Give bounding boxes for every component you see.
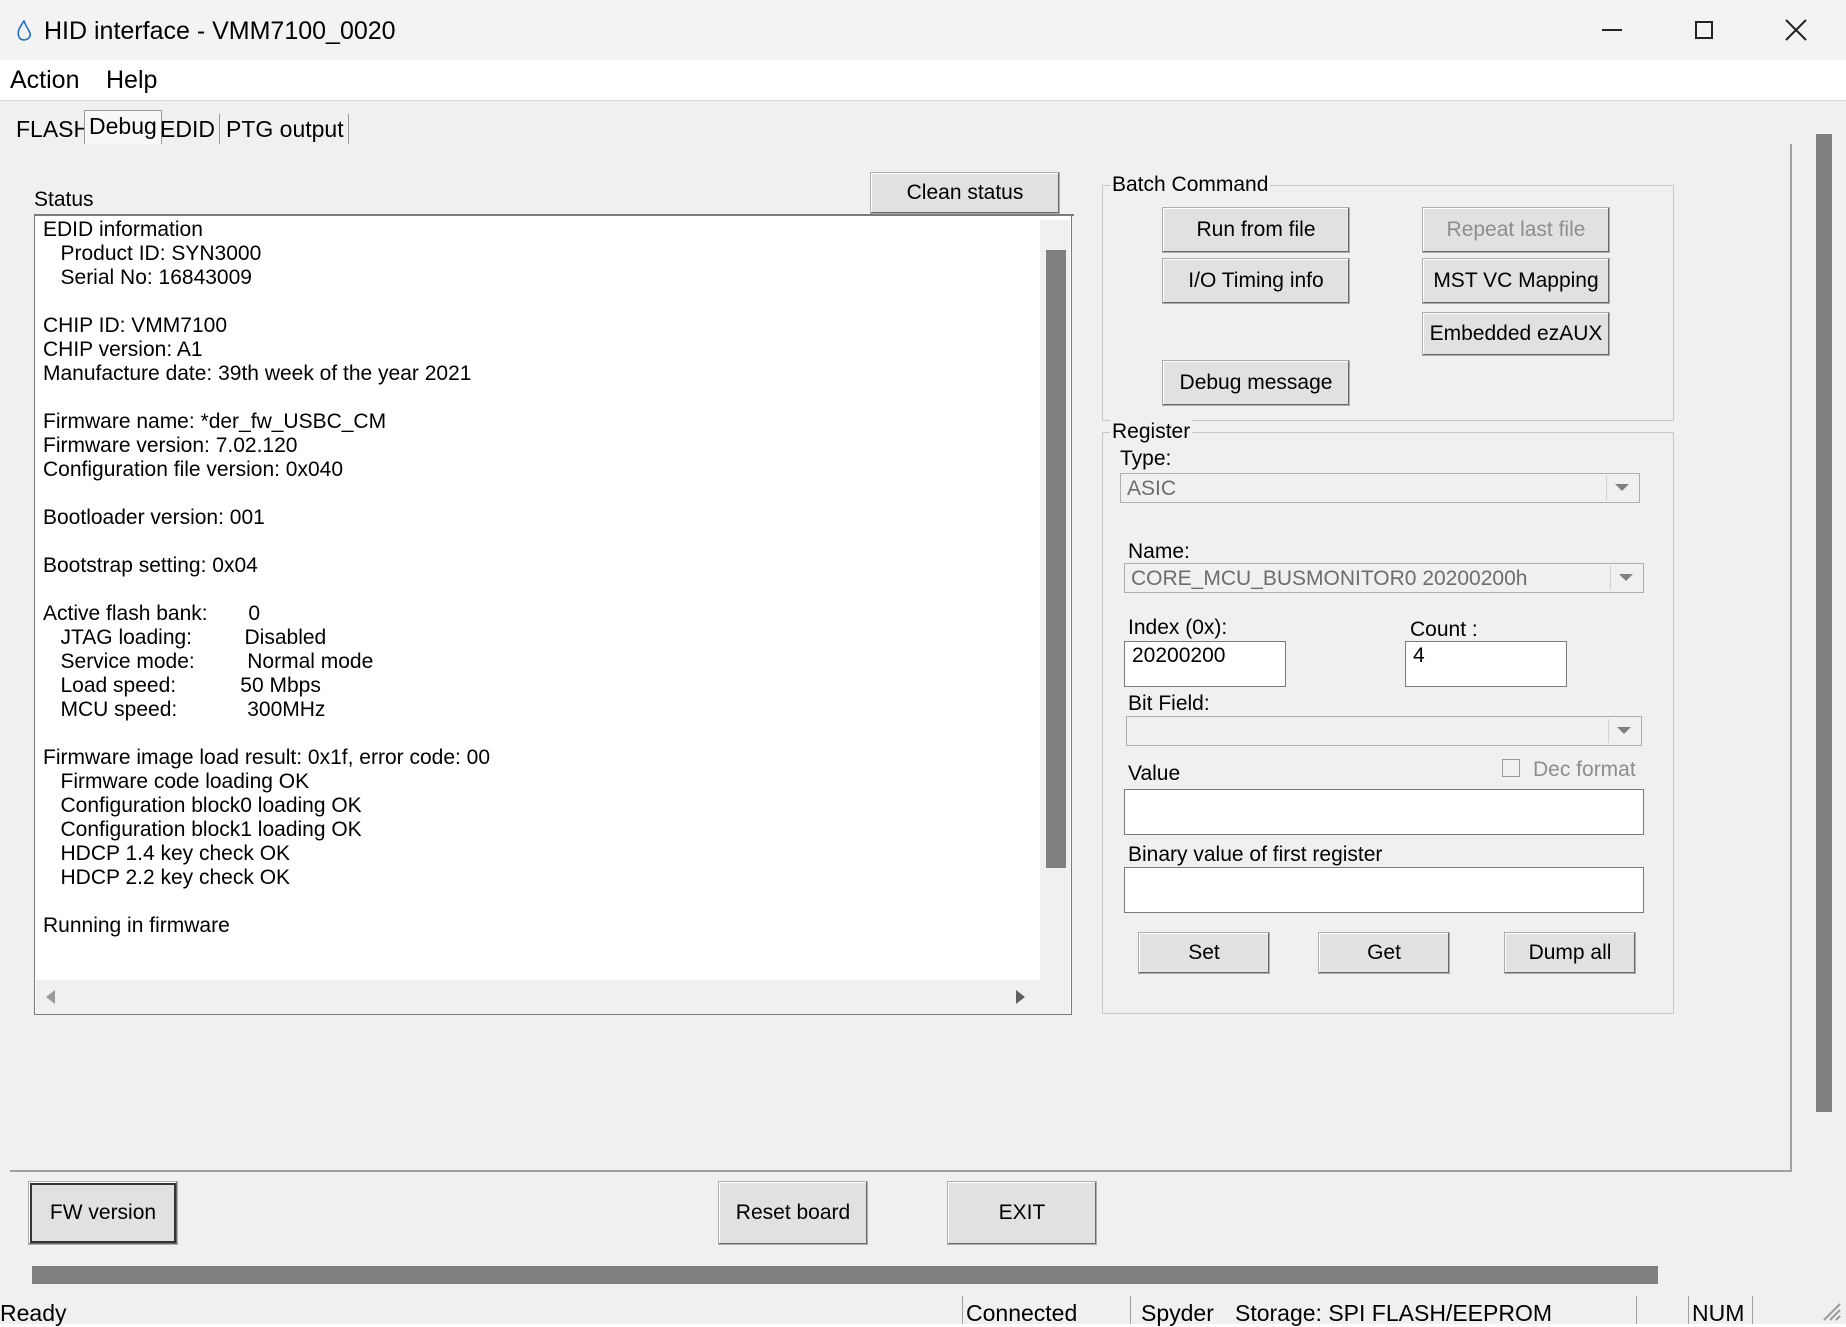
register-title: Register	[1110, 420, 1193, 444]
status-pane-divider	[1636, 1296, 1637, 1324]
minimize-button[interactable]	[1566, 0, 1658, 60]
status-pane-divider	[962, 1296, 963, 1324]
close-button[interactable]	[1750, 0, 1842, 60]
repeat-last-file-button[interactable]: Repeat last file	[1422, 207, 1610, 253]
status-num: NUM	[1692, 1300, 1745, 1326]
menu-action[interactable]: Action	[10, 66, 79, 95]
chevron-down-icon[interactable]	[1608, 719, 1639, 743]
window-horizontal-scroll-thumb[interactable]	[32, 1266, 1658, 1284]
maximize-button[interactable]	[1658, 0, 1750, 60]
scroll-right-icon[interactable]	[1016, 990, 1025, 1004]
bit-field-label: Bit Field:	[1128, 692, 1210, 715]
scroll-left-icon[interactable]	[46, 990, 55, 1004]
get-button[interactable]: Get	[1318, 932, 1450, 974]
tab-edid[interactable]: EDID	[156, 114, 220, 144]
tab-ptg-output[interactable]: PTG output	[222, 114, 349, 144]
status-horizontal-scrollbar[interactable]	[36, 980, 1070, 1014]
value-input[interactable]	[1124, 789, 1644, 835]
window-title: HID interface - VMM7100_0020	[44, 17, 396, 45]
fw-version-button[interactable]: FW version	[28, 1181, 178, 1245]
close-icon	[1785, 19, 1807, 41]
clean-status-button[interactable]: Clean status	[870, 172, 1060, 214]
dec-format-checkbox[interactable]	[1502, 759, 1520, 777]
dump-all-button[interactable]: Dump all	[1504, 932, 1636, 974]
type-select-value: ASIC	[1127, 477, 1177, 500]
status-bar	[0, 1293, 1846, 1324]
count-label: Count :	[1410, 618, 1478, 641]
bit-field-select[interactable]	[1126, 716, 1642, 746]
embedded-ezaux-button[interactable]: Embedded ezAUX	[1422, 312, 1610, 356]
binary-value-input[interactable]	[1124, 867, 1644, 913]
type-label: Type:	[1120, 447, 1172, 470]
name-select-value: CORE_MCU_BUSMONITOR0 20200200h	[1131, 567, 1528, 590]
index-input[interactable]: 20200200	[1124, 641, 1286, 687]
batch-command-title: Batch Command	[1110, 173, 1271, 197]
tab-flash[interactable]: FLASH	[12, 114, 96, 144]
status-storage: Storage: SPI FLASH/EEPROM	[1235, 1300, 1553, 1326]
maximize-icon	[1695, 21, 1713, 39]
status-label: Status	[34, 188, 94, 211]
status-pane-divider	[1130, 1296, 1131, 1324]
name-label: Name:	[1128, 540, 1190, 563]
exit-button[interactable]: EXIT	[947, 1181, 1097, 1245]
menu-help[interactable]: Help	[106, 66, 157, 95]
status-connected: Connected	[966, 1300, 1078, 1326]
chevron-down-icon[interactable]	[1606, 476, 1637, 500]
binary-value-label: Binary value of first register	[1128, 843, 1383, 866]
status-pane-divider	[1752, 1296, 1753, 1324]
menu-bar	[0, 60, 1846, 101]
window-vertical-scroll-thumb[interactable]	[1816, 134, 1832, 1112]
mst-vc-mapping-button[interactable]: MST VC Mapping	[1422, 258, 1610, 304]
index-label: Index (0x):	[1128, 616, 1228, 639]
tab-debug[interactable]: Debug	[84, 110, 162, 145]
chevron-down-icon[interactable]	[1610, 566, 1641, 590]
status-pane-divider	[1688, 1296, 1689, 1324]
debug-message-button[interactable]: Debug message	[1162, 360, 1350, 406]
status-vertical-scroll-thumb[interactable]	[1046, 250, 1066, 868]
dec-format-label: Dec format	[1533, 758, 1636, 781]
count-input[interactable]: 4	[1405, 641, 1567, 687]
set-button[interactable]: Set	[1138, 932, 1270, 974]
value-label: Value	[1128, 762, 1181, 785]
app-icon	[17, 20, 31, 41]
resize-grip-icon[interactable]	[1818, 1298, 1842, 1322]
minimize-icon	[1602, 29, 1622, 31]
name-select[interactable]: CORE_MCU_BUSMONITOR0 20200200h	[1124, 563, 1644, 593]
io-timing-info-button[interactable]: I/O Timing info	[1162, 258, 1350, 304]
run-from-file-button[interactable]: Run from file	[1162, 207, 1350, 253]
status-spyder: Spyder	[1141, 1300, 1214, 1326]
type-select[interactable]: ASIC	[1120, 473, 1640, 503]
status-ready: Ready	[0, 1300, 67, 1326]
status-log[interactable]: EDID information Product ID: SYN3000 Ser…	[43, 218, 1033, 978]
reset-board-button[interactable]: Reset board	[718, 1181, 868, 1245]
